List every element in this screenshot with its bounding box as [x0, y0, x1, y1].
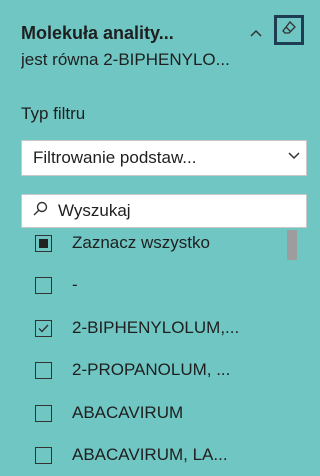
clear-selections-button[interactable]: [274, 15, 304, 45]
list-item-label: 2-BIPHENYLOLUM,...: [72, 318, 240, 337]
list-item-label: ABACAVIRUM: [72, 403, 184, 422]
filter-type-dropdown[interactable]: Filtrowanie podstaw...: [21, 140, 307, 176]
slicer-header: Molekuła anality... jest równa 2-BIPHENY…: [21, 15, 304, 71]
checkbox-unchecked[interactable]: [35, 361, 52, 379]
checkbox-unchecked[interactable]: [35, 276, 52, 294]
list-item-label: Zaznacz wszystko: [72, 233, 210, 252]
list-item-select-all[interactable]: Zaznacz wszystko: [21, 228, 210, 258]
list-item[interactable]: 2-BIPHENYLOLUM,...: [21, 313, 239, 343]
search-placeholder: Wyszukaj: [58, 201, 131, 220]
slicer-pane: Molekuła anality... jest równa 2-BIPHENY…: [0, 0, 307, 476]
chevron-up-icon[interactable]: [249, 26, 263, 40]
search-input[interactable]: Wyszukaj: [21, 194, 307, 228]
eraser-icon: [281, 20, 297, 41]
checkbox-checked[interactable]: [35, 319, 52, 337]
filter-type-label: Typ filtru: [21, 104, 86, 123]
list-item[interactable]: -: [21, 270, 78, 300]
list-item-label: 2-PROPANOLUM, ...: [72, 360, 231, 379]
list-item[interactable]: ABACAVIRUM, LA...: [21, 440, 228, 470]
list-item-label: ABACAVIRUM, LA...: [72, 445, 228, 464]
checkbox-unchecked[interactable]: [35, 404, 52, 422]
list-item[interactable]: ABACAVIRUM: [21, 398, 183, 428]
list-item[interactable]: 2-PROPANOLUM, ...: [21, 355, 230, 385]
checkbox-partial[interactable]: [35, 234, 52, 252]
chevron-down-icon: [287, 148, 301, 165]
filter-type-value: Filtrowanie podstaw...: [33, 148, 197, 167]
checkbox-unchecked[interactable]: [35, 446, 52, 464]
search-icon: [32, 201, 58, 222]
list-item-label: -: [72, 275, 78, 294]
slicer-subtitle: jest równa 2-BIPHENYLO...: [21, 50, 230, 69]
slicer-title: Molekuła anality...: [21, 23, 174, 43]
scrollbar-thumb[interactable]: [287, 230, 297, 260]
